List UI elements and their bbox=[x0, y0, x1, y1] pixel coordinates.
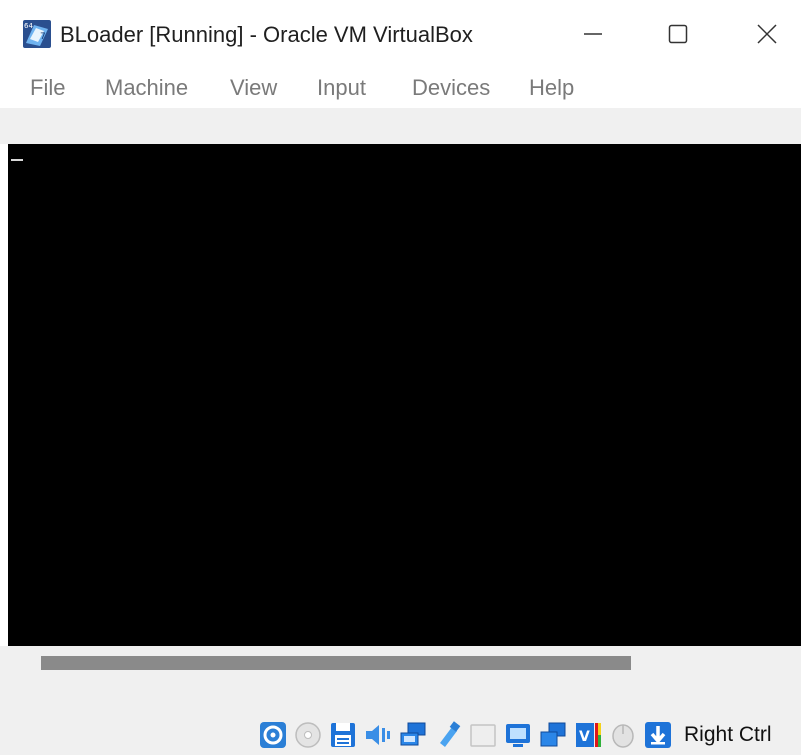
menu-machine[interactable]: Machine bbox=[105, 72, 188, 104]
hard-disk-icon[interactable] bbox=[258, 720, 288, 750]
virtualbox-window: 64 7 BLoader [Running] - Oracle VM Virtu… bbox=[0, 0, 801, 755]
virtualbox-app-icon: 64 7 bbox=[23, 20, 51, 48]
recording-icon[interactable] bbox=[538, 720, 568, 750]
vm-display[interactable] bbox=[8, 144, 801, 646]
horizontal-scrollbar[interactable] bbox=[41, 656, 631, 670]
shared-folders-icon[interactable] bbox=[468, 720, 498, 750]
maximize-icon bbox=[668, 24, 688, 44]
window-title: BLoader [Running] - Oracle VM VirtualBox bbox=[60, 22, 473, 47]
minimize-icon bbox=[584, 33, 602, 35]
network-icon[interactable] bbox=[398, 720, 428, 750]
svg-text:7: 7 bbox=[40, 32, 46, 42]
status-bar-icons: V bbox=[258, 718, 678, 752]
host-key-label: Right Ctrl bbox=[684, 723, 772, 746]
text-cursor bbox=[11, 159, 23, 161]
virtualization-engine-icon[interactable]: V bbox=[573, 720, 603, 750]
bottom-panel: V Right Ctrl bbox=[0, 646, 801, 755]
mouse-integration-icon[interactable] bbox=[608, 720, 638, 750]
close-button[interactable] bbox=[737, 14, 797, 54]
svg-text:V: V bbox=[579, 729, 590, 745]
keyboard-capture-icon[interactable] bbox=[643, 720, 673, 750]
svg-text:64: 64 bbox=[24, 22, 33, 30]
toolbar-strip bbox=[0, 108, 801, 144]
menu-devices[interactable]: Devices bbox=[412, 72, 490, 104]
minimize-button[interactable] bbox=[563, 14, 623, 54]
menu-input[interactable]: Input bbox=[317, 72, 366, 104]
title-bar[interactable]: 64 7 BLoader [Running] - Oracle VM Virtu… bbox=[0, 0, 801, 68]
menu-help[interactable]: Help bbox=[529, 72, 574, 104]
floppy-drive-icon[interactable] bbox=[328, 720, 358, 750]
close-icon bbox=[757, 24, 777, 44]
maximize-button[interactable] bbox=[648, 14, 708, 54]
display-icon[interactable] bbox=[503, 720, 533, 750]
usb-icon[interactable] bbox=[433, 720, 463, 750]
menu-bar: File Machine View Input Devices Help bbox=[0, 68, 801, 108]
menu-file[interactable]: File bbox=[30, 72, 65, 104]
audio-icon[interactable] bbox=[363, 720, 393, 750]
menu-view[interactable]: View bbox=[230, 72, 277, 104]
optical-drive-icon[interactable] bbox=[293, 720, 323, 750]
